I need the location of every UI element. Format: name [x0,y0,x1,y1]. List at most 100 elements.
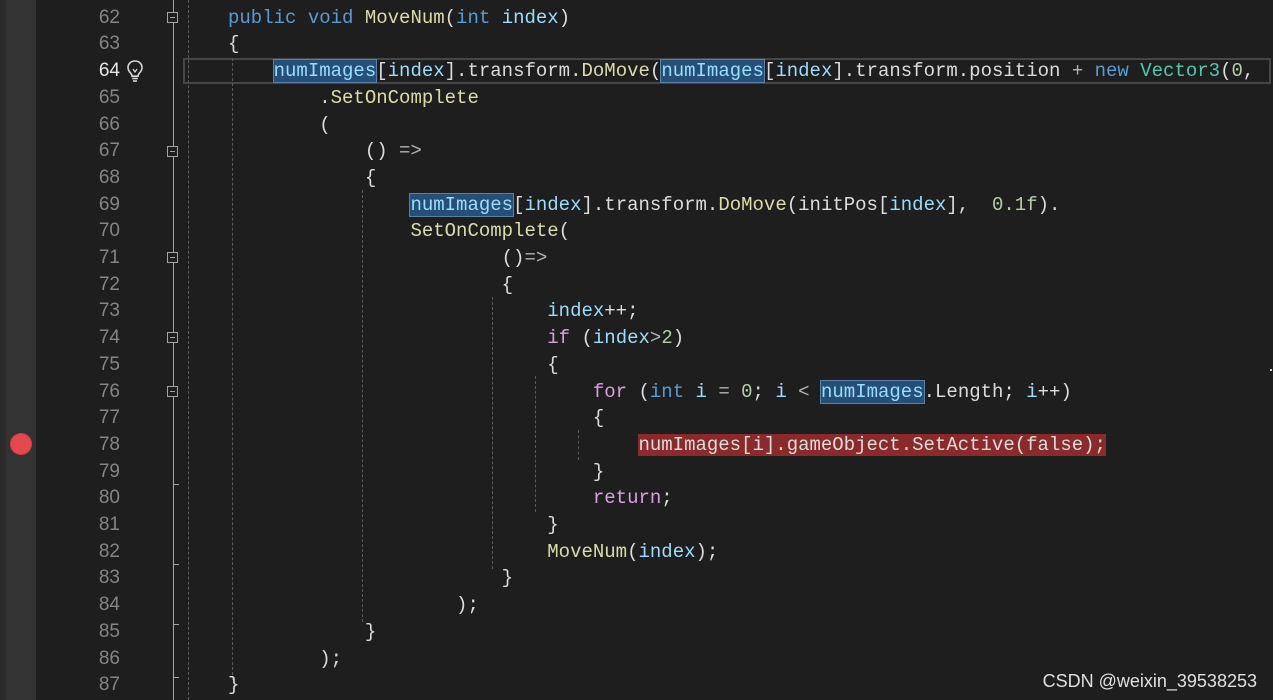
code-token: new [1094,60,1129,83]
code-line[interactable]: 66 ( [0,112,1273,139]
highlighted-reference: numImages [409,192,515,217]
code-line[interactable]: 79 } [0,459,1273,486]
code-token: ); [228,594,479,617]
line-number: 68 [98,166,120,188]
code-text[interactable]: ); [228,646,342,673]
code-line[interactable]: 67 () => [0,138,1273,165]
code-line[interactable]: 63 { [0,31,1273,58]
code-text[interactable]: public void MoveNum(int index) [228,5,570,32]
code-text[interactable]: { [228,352,558,379]
code-token: index [524,193,582,216]
code-text[interactable]: .SetOnComplete [228,85,479,112]
code-token: public [228,6,297,29]
code-text[interactable]: numImages[i].gameObject.SetActive(false)… [228,432,1106,459]
code-line[interactable]: 68 { [0,165,1273,192]
code-text[interactable]: numImages[index].transform.DoMove(numIma… [228,58,1273,85]
code-token: ( [649,60,662,83]
code-line[interactable]: 78 numImages[i].gameObject.SetActive(fal… [0,432,1273,459]
line-number: 70 [98,220,120,242]
line-number: 74 [98,327,120,349]
code-text[interactable]: } [228,565,513,592]
code-text[interactable]: { [228,165,376,192]
code-text[interactable]: () => [228,138,422,165]
code-line[interactable]: 69 numImages[index].transform.DoMove(ini… [0,192,1273,219]
code-line[interactable]: 72 { [0,272,1273,299]
code-text[interactable]: numImages[index].transform.DoMove(initPo… [228,192,1060,219]
code-line[interactable]: 70 SetOnComplete( [0,218,1273,245]
code-token: if [547,327,571,350]
code-line[interactable]: 62 public void MoveNum(int index) [0,5,1273,32]
code-token: MoveNum [364,6,445,29]
breakpoint-icon[interactable] [10,433,32,455]
code-text[interactable]: ()=> [228,245,548,272]
code-token: index [501,6,559,29]
code-line[interactable]: 86 ); [0,646,1273,673]
line-number: 72 [98,273,120,295]
code-line[interactable]: 83 } [0,565,1273,592]
breakpoint-statement: numImages[i].gameObject.SetActive(false)… [638,433,1106,456]
code-line[interactable]: 81 } [0,512,1273,539]
highlighted-reference: numImages [660,59,765,84]
lightbulb-icon[interactable] [124,58,146,84]
code-token: ). [1037,193,1061,216]
code-text[interactable]: MoveNum(index); [228,539,718,566]
code-line[interactable]: 80 return; [0,485,1273,512]
code-token: { [228,166,377,189]
code-token: => [524,247,548,269]
code-token: ( [570,327,593,350]
code-line[interactable]: 64 numImages[index].transform.DoMove(num… [0,58,1273,85]
code-text[interactable]: } [228,672,239,699]
code-token: MoveNum [547,540,628,563]
code-token: < [798,380,810,403]
code-text[interactable]: for (int i = 0; i < numImages.Length; i+… [228,379,1072,406]
code-line[interactable]: 65 .SetOnComplete [0,85,1273,112]
code-text[interactable]: if (index>2) [228,325,684,352]
code-token: index [775,60,833,83]
line-number: 73 [98,300,120,322]
line-number: 77 [98,407,120,429]
code-text[interactable]: ); [228,592,479,619]
watermark: CSDN @weixin_39538253 [1042,671,1257,691]
code-line[interactable]: 74 if (index>2) [0,325,1273,352]
code-text[interactable]: { [228,31,239,58]
code-line[interactable]: 76 for (int i = 0; i < numImages.Length;… [0,379,1273,406]
code-token: } [228,460,605,483]
code-token: i [1026,380,1038,403]
code-text[interactable]: } [228,459,604,486]
code-token: 2 [661,327,673,350]
code-text[interactable]: { [228,272,513,299]
code-text[interactable]: index++; [228,298,638,325]
code-text[interactable]: } [228,512,558,539]
code-token: .Length; [923,380,1027,403]
code-line[interactable]: 82 MoveNum(index); [0,539,1273,566]
code-line[interactable]: 75 { [0,352,1273,379]
code-token: ].transform.position [832,60,1072,83]
code-token: ); [228,647,343,670]
code-text[interactable]: } [228,619,376,646]
line-number: 75 [98,353,120,375]
code-text[interactable]: SetOnComplete( [228,218,570,245]
code-token: SetOnComplete [330,86,479,109]
code-editor[interactable]: 62 public void MoveNum(int index) 63{64 nu… [0,0,1273,700]
code-token: } [228,567,514,590]
line-number: 79 [98,460,120,482]
code-token: int [649,380,685,403]
code-line[interactable]: 73 index++; [0,298,1273,325]
line-number: 85 [98,620,120,642]
code-text[interactable]: { [228,405,604,432]
code-line[interactable]: 84 ); [0,592,1273,619]
code-token: index [547,300,605,323]
code-line[interactable]: 77 { [0,405,1273,432]
code-text[interactable]: return; [228,485,673,512]
code-token: } [228,674,240,697]
line-number: 80 [98,487,120,509]
line-number: 83 [98,567,120,589]
code-line[interactable]: 85 } [0,619,1273,646]
code-text[interactable]: ( [228,112,330,139]
code-line[interactable]: 71 ()=> [0,245,1273,272]
